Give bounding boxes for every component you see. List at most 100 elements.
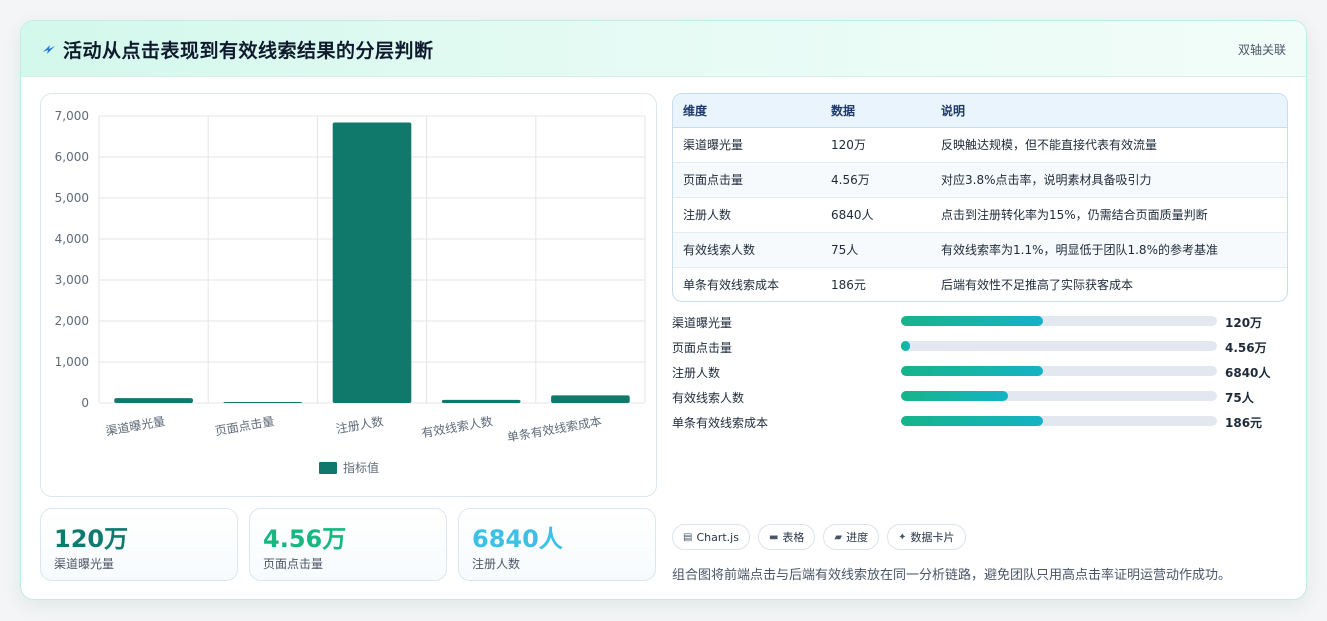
bar: [551, 395, 630, 403]
x-tick-label: 单条有效线索成本: [506, 413, 603, 444]
table-cell: 注册人数: [673, 197, 821, 233]
stat-value: 4.56万: [263, 525, 347, 553]
table-cell: 反映触达规模，但不能直接代表有效流量: [931, 127, 1287, 163]
y-tick-label: 6,000: [55, 150, 89, 164]
column-header: 维度: [673, 94, 821, 128]
summary-note: 组合图将前端点击与后端有效线索放在同一分析链路，避免团队只用高点击率证明运营动作…: [672, 568, 1232, 583]
legend-label: 指标值: [343, 460, 379, 475]
progress-track: [901, 341, 1217, 351]
stat-label: 渠道曝光量: [54, 557, 115, 571]
y-tick-label: 4,000: [55, 232, 89, 246]
dual-axis-tag: 双轴关联: [1237, 43, 1286, 57]
progress-list: 渠道曝光量 120万 页面点击量 4.56万 注册人数 6840人 有效线索人数…: [672, 312, 1288, 437]
card-header: 活动从点击表现到有效线索结果的分层判断 双轴关联: [21, 21, 1306, 77]
bar-chart: 0 1,000 2,000 3,000 4,000 5,000 6,000 7,000 渠道曝光…: [55, 109, 646, 475]
table-cell: 渠道曝光量: [673, 127, 821, 163]
x-tick-label: 注册人数: [335, 413, 385, 436]
progress-track: [901, 316, 1217, 326]
lightning-icon: [43, 45, 55, 54]
stat-value: 120万: [54, 525, 129, 553]
table-row: 渠道曝光量 120万 反映触达规模，但不能直接代表有效流量: [673, 127, 1287, 163]
progress-track: [901, 391, 1217, 401]
table-cell: 有效线索率为1.1%，明显低于团队1.8%的参考基准: [931, 232, 1287, 268]
bar: [114, 398, 193, 403]
progress-row: 页面点击量 4.56万: [672, 337, 1288, 362]
progress-value: 120万: [1225, 316, 1263, 330]
bar: [332, 122, 412, 403]
stat-card-clicks: 4.56万 页面点击量: [249, 508, 447, 581]
progress-track: [901, 416, 1217, 426]
bar: [223, 402, 303, 403]
y-tick-label: 1,000: [55, 355, 89, 369]
chip-label: Chart.js: [696, 530, 739, 544]
chip-label: 进度: [846, 531, 869, 544]
legend-swatch: [319, 462, 337, 474]
progress-fill: [901, 316, 1044, 326]
stat-label: 页面点击量: [263, 557, 324, 571]
tech-chips: ▤ Chart.js ▬ 表格 ▰ 进度 ✦ 数据卡片: [672, 524, 966, 550]
progress-fill: [901, 416, 1044, 426]
bar-chart-panel: 0 1,000 2,000 3,000 4,000 5,000 6,000 7,000 渠道曝光…: [40, 93, 657, 497]
table-row: 单条有效线索成本 186元 后端有效性不足推高了实际获客成本: [673, 267, 1287, 301]
y-tick-label: 2,000: [55, 314, 89, 328]
progress-label: 有效线索人数: [672, 391, 745, 405]
stat-card-exposure: 120万 渠道曝光量: [40, 508, 238, 581]
chip-progress[interactable]: ▰ 进度: [823, 524, 880, 550]
table-row: 注册人数 6840人 点击到注册转化率为15%，仍需结合页面质量判断: [673, 197, 1287, 233]
progress-row: 单条有效线索成本 186元: [672, 412, 1288, 437]
bar: [441, 399, 521, 403]
table-cell: 186元: [831, 278, 866, 293]
progress-value: 6840人: [1225, 366, 1271, 380]
y-tick-label: 5,000: [55, 191, 89, 205]
y-tick-label: 3,000: [55, 273, 89, 287]
progress-row: 有效线索人数 75人: [672, 387, 1288, 412]
stat-value: 6840人: [472, 525, 563, 553]
table-cell: 75人: [821, 232, 931, 268]
progress-value: 75人: [1225, 391, 1254, 405]
table-cell: 单条有效线索成本: [683, 278, 780, 293]
progress-label: 单条有效线索成本: [672, 416, 769, 430]
x-tick-label: 渠道曝光量: [105, 414, 167, 438]
metrics-table: 维度 数据 说明 渠道曝光量 120万 反映触达规模，但不能直接代表有效流量 页…: [672, 93, 1288, 302]
page-title: 活动从点击表现到有效线索结果的分层判断: [63, 40, 434, 62]
progress-row: 渠道曝光量 120万: [672, 312, 1288, 337]
table-cell: 对应3.8%点击率，说明素材具备吸引力: [931, 162, 1287, 198]
table-row: 页面点击量 4.56万 对应3.8%点击率，说明素材具备吸引力: [673, 162, 1287, 198]
y-tick-label: 7,000: [55, 109, 89, 123]
table-header-row: 维度 数据 说明: [673, 94, 1287, 128]
progress-row: 注册人数 6840人: [672, 362, 1288, 387]
x-tick-label: 有效线索人数: [420, 413, 494, 440]
stat-label: 注册人数: [472, 557, 521, 571]
table-cell: 有效线索人数: [673, 232, 821, 268]
chip-table[interactable]: ▬ 表格: [757, 524, 816, 550]
y-tick-label: 0: [81, 396, 89, 410]
progress-fill: [901, 391, 1009, 401]
column-header: 说明: [931, 94, 1287, 128]
column-header: 数据: [821, 94, 931, 128]
table-cell: 4.56万: [821, 162, 931, 198]
table-cell: 6840人: [821, 197, 931, 233]
chip-label: 数据卡片: [910, 531, 955, 544]
progress-icon: ▰: [834, 531, 843, 543]
table-cell: 后端有效性不足推高了实际获客成本: [941, 278, 1134, 293]
chip-label: 表格: [782, 531, 805, 544]
table-row: 有效线索人数 75人 有效线索率为1.1%，明显低于团队1.8%的参考基准: [673, 232, 1287, 268]
progress-track: [901, 366, 1217, 376]
progress-label: 渠道曝光量: [672, 316, 733, 330]
chart-icon: ▤: [683, 531, 693, 543]
table-cell: 120万: [821, 127, 931, 163]
table-cell: 点击到注册转化率为15%，仍需结合页面质量判断: [931, 197, 1287, 233]
progress-value: 4.56万: [1225, 341, 1267, 355]
chip-data-card[interactable]: ✦ 数据卡片: [887, 524, 966, 550]
sparkle-icon: ✦: [898, 531, 907, 543]
progress-value: 186元: [1225, 416, 1263, 430]
progress-label: 页面点击量: [672, 341, 733, 355]
table-icon: ▬: [768, 531, 779, 543]
progress-label: 注册人数: [672, 366, 721, 380]
chip-chartjs[interactable]: ▤ Chart.js: [672, 524, 750, 550]
dashboard-card: 活动从点击表现到有效线索结果的分层判断 双轴关联 0 1,000 2,000 3,00…: [20, 20, 1307, 600]
table-cell: 页面点击量: [673, 162, 821, 198]
progress-fill: [901, 341, 911, 351]
progress-fill: [901, 366, 1044, 376]
x-tick-label: 页面点击量: [214, 414, 276, 438]
